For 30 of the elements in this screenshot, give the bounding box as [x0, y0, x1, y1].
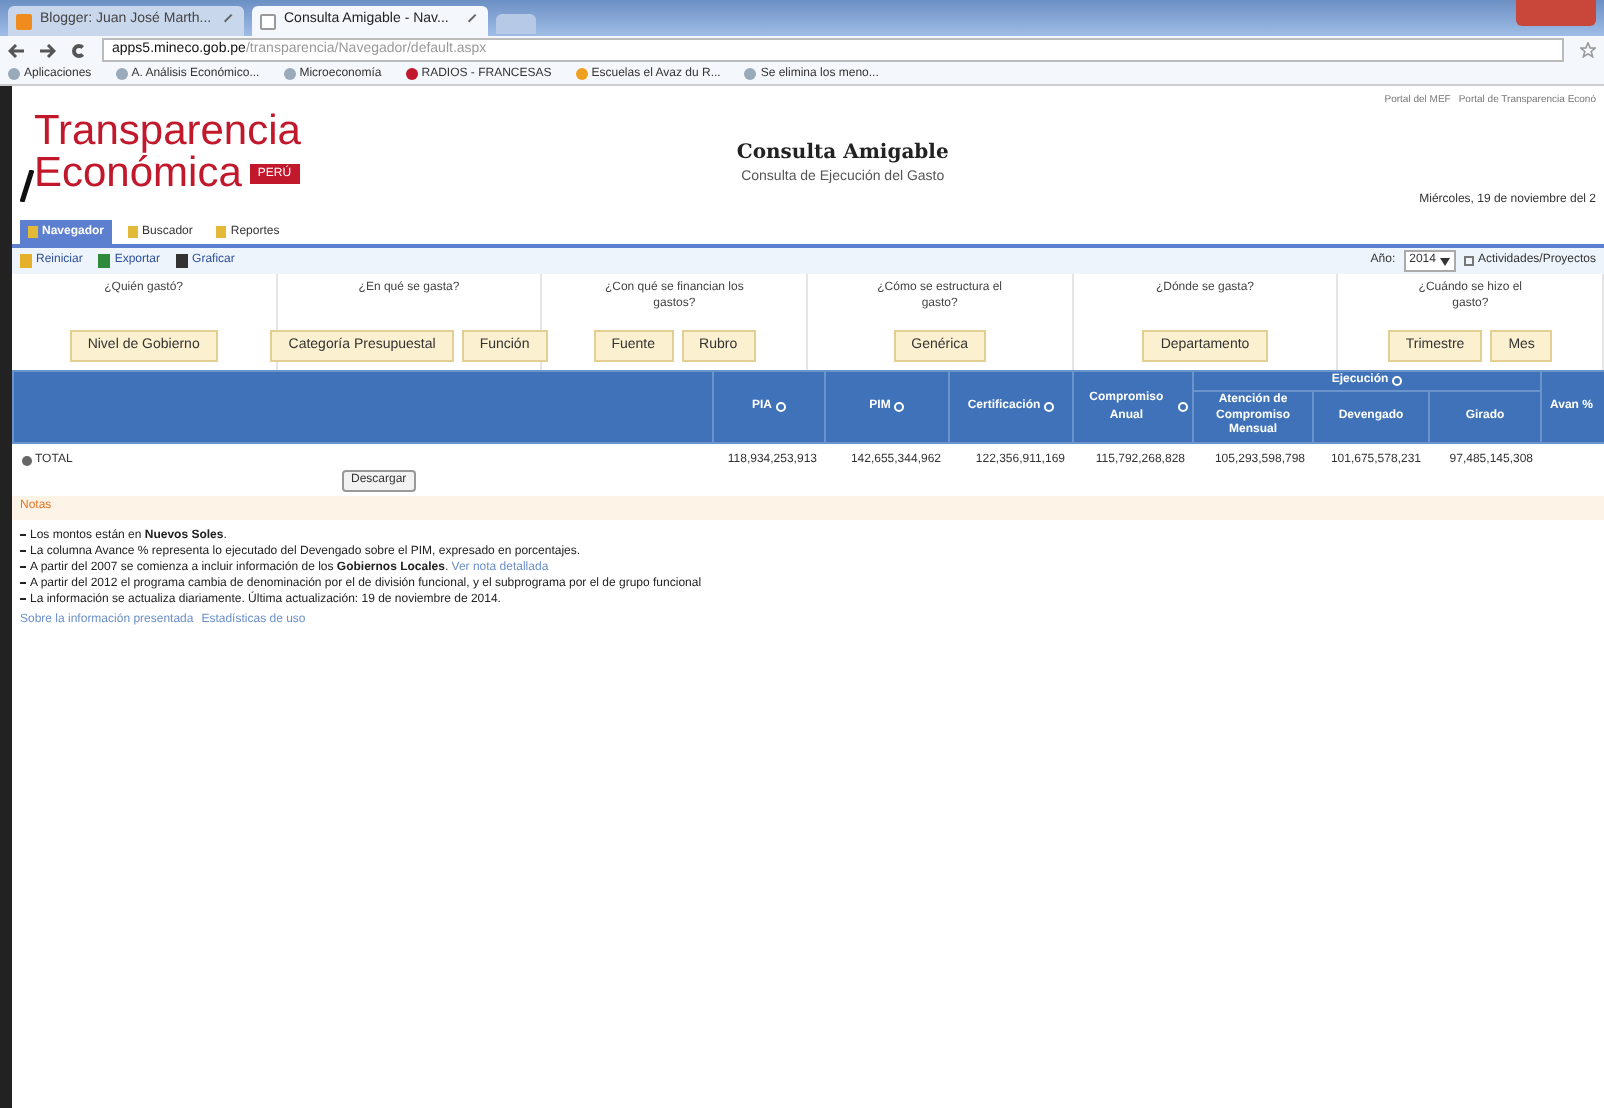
logo-text: Transparencia — [34, 110, 301, 152]
tab-icon — [128, 226, 139, 238]
info-icon[interactable] — [894, 402, 905, 412]
slash-icon — [20, 170, 34, 202]
checkbox-icon — [1463, 256, 1474, 266]
bookmark-icon — [115, 68, 128, 80]
tab-icon — [28, 226, 38, 238]
tool-icon — [98, 254, 111, 268]
info-icon[interactable] — [776, 402, 786, 412]
bookmark-icon — [744, 68, 757, 80]
page-title: Consulta Amigable — [736, 140, 949, 169]
forward-icon[interactable] — [40, 43, 56, 57]
tool-icon — [176, 254, 189, 268]
info-icon[interactable] — [1044, 402, 1055, 412]
reload-icon[interactable] — [72, 43, 86, 57]
bookmark-icon — [405, 68, 418, 80]
bookmark-icon — [8, 68, 20, 80]
info-icon[interactable] — [1178, 402, 1188, 412]
expand-icon[interactable] — [21, 456, 31, 466]
tab-icon — [216, 226, 227, 238]
page-icon — [16, 13, 32, 29]
info-icon[interactable] — [1392, 376, 1403, 386]
bookmark-icon — [575, 68, 588, 80]
back-icon[interactable] — [8, 43, 24, 57]
bookmark-icon — [283, 68, 296, 80]
page-icon — [260, 13, 276, 29]
star-icon[interactable] — [1580, 42, 1596, 58]
dropdown-arrow-icon — [1439, 257, 1450, 265]
logo-text: Económica — [34, 152, 242, 194]
tool-icon — [20, 254, 32, 268]
